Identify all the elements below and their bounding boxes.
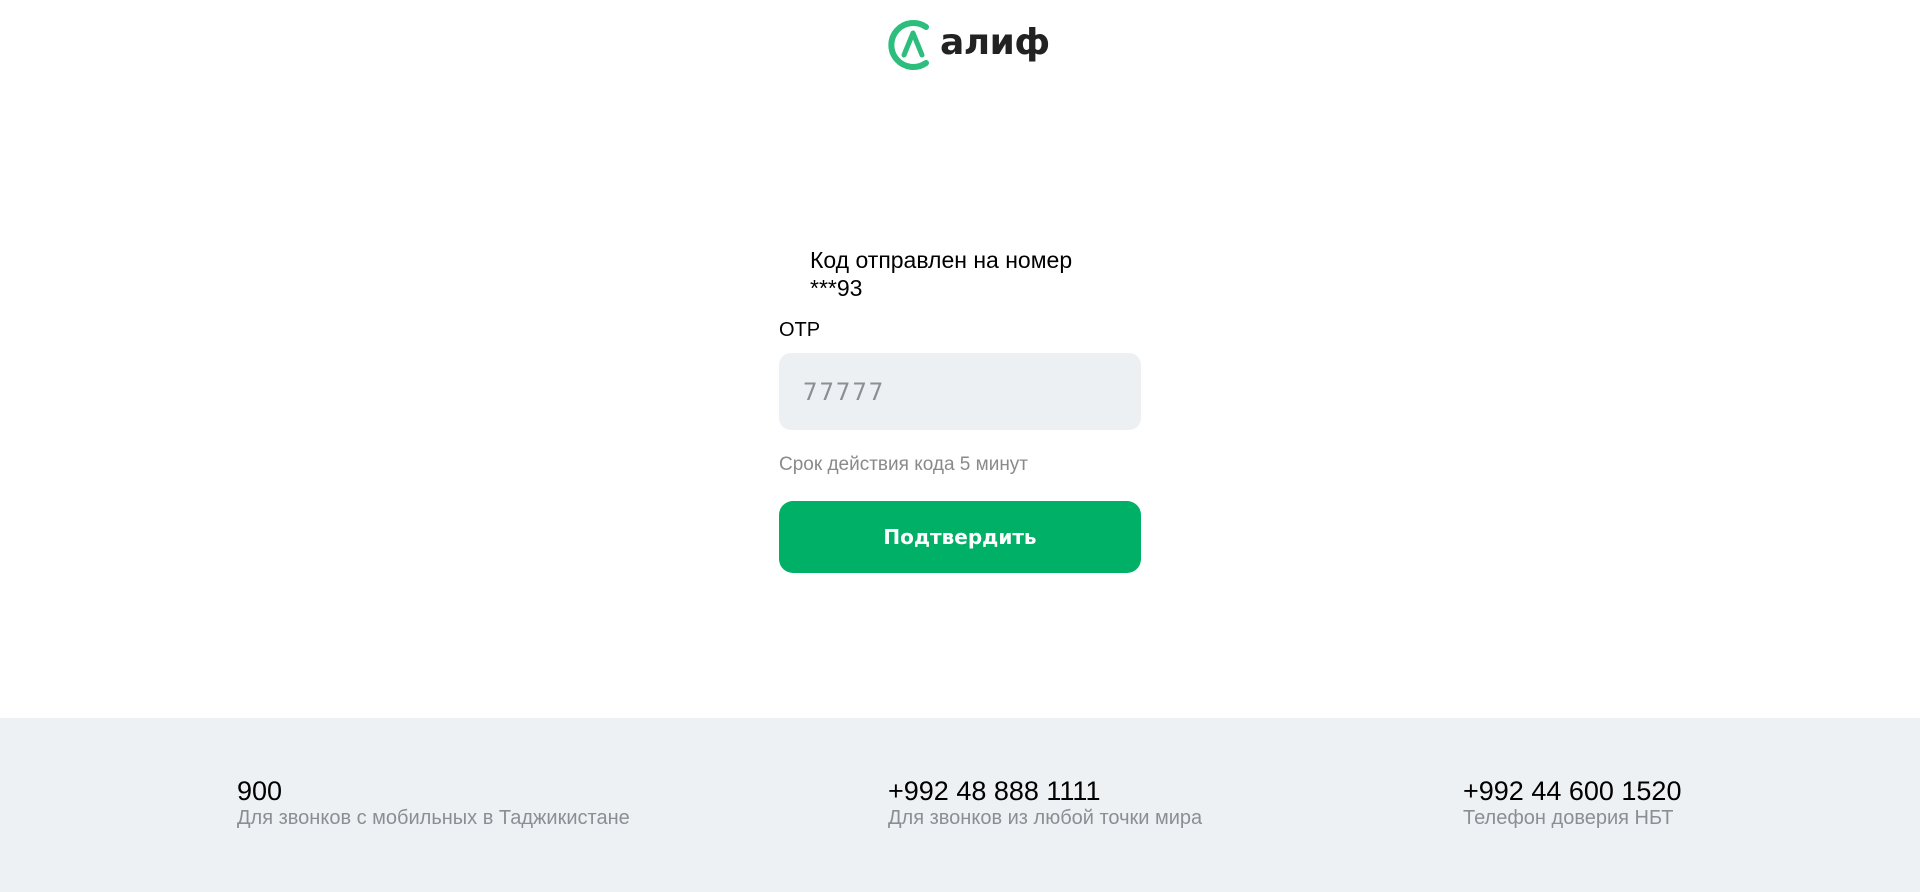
alif-logo-icon [888,20,929,70]
otp-page: алиф Код отправлен на номер ***93 OTP Ср… [0,0,1920,892]
otp-form: Код отправлен на номер ***93 OTP Срок де… [779,246,1141,573]
confirm-button[interactable]: Подтвердить [779,501,1141,573]
contact-description: Для звонков с мобильных в Таджикистане [237,807,630,829]
otp-input[interactable] [779,353,1141,430]
contact-number[interactable]: +992 44 600 1520 [1463,776,1681,806]
contact-description: Телефон доверия НБТ [1463,807,1674,829]
brand-logo[interactable]: алиф [886,16,1050,74]
footer: 900 Для звонков с мобильных в Таджикиста… [0,718,1920,892]
brand-name: алиф [940,22,1050,63]
contact-international: +992 48 888 1111 Для звонков из любой то… [888,776,1202,830]
contact-trust-line: +992 44 600 1520 Телефон доверия НБТ [1463,776,1681,830]
otp-label: OTP [779,319,821,341]
contact-number[interactable]: 900 [237,776,630,806]
contact-description: Для звонков из любой точки мира [888,807,1203,829]
code-expiry-hint: Срок действия кода 5 минут [779,454,1029,475]
contact-number[interactable]: +992 48 888 1111 [888,776,1202,806]
code-sent-message: Код отправлен на номер ***93 [810,247,1073,301]
contact-local: 900 Для звонков с мобильных в Таджикиста… [237,776,630,830]
